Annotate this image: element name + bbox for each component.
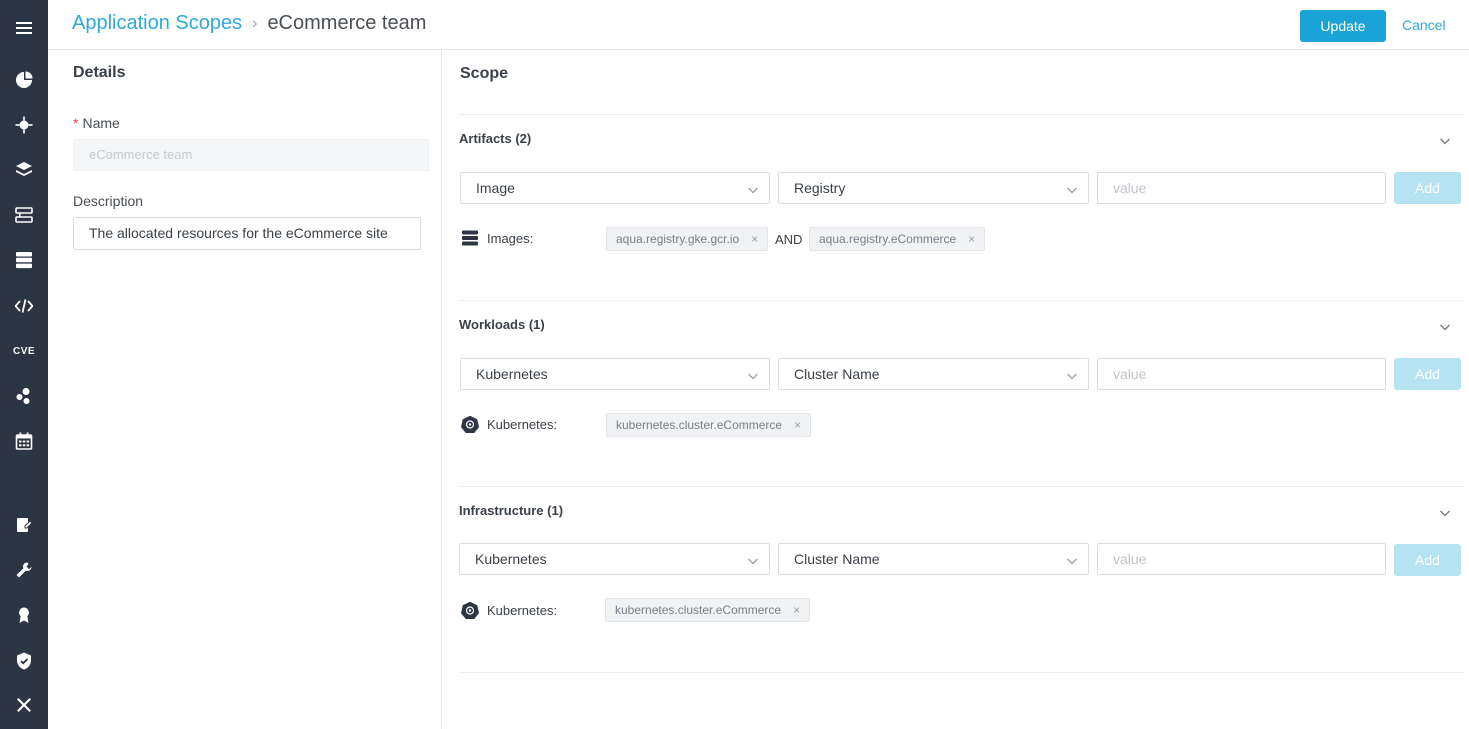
- infrastructure-section-title: Infrastructure (1): [459, 503, 564, 518]
- select-value: Image: [476, 180, 515, 196]
- images-icon[interactable]: [12, 158, 36, 182]
- chevron-down-icon: [1066, 369, 1078, 381]
- divider: [459, 672, 1464, 673]
- kubernetes-icon: [461, 415, 479, 433]
- tag-label: kubernetes.cluster.eCommerce: [615, 603, 782, 617]
- workloads-icon[interactable]: [12, 203, 36, 227]
- artifacts-section-title: Artifacts (2): [459, 131, 532, 146]
- breadcrumb-current: eCommerce team: [267, 12, 427, 34]
- update-button[interactable]: Update: [1300, 10, 1386, 42]
- chevron-down-icon: [1066, 554, 1078, 566]
- cve-icon[interactable]: CVE: [12, 339, 36, 363]
- artifacts-value-input[interactable]: value: [1097, 172, 1386, 204]
- services-icon[interactable]: [12, 384, 36, 408]
- divider: [459, 486, 1464, 487]
- chevron-down-icon: [747, 369, 759, 381]
- cve-label: CVE: [12, 345, 36, 357]
- settings-icon[interactable]: [12, 693, 36, 717]
- policies-icon[interactable]: [12, 513, 36, 537]
- tag-label: kubernetes.cluster.eCommerce: [616, 418, 783, 432]
- select-value: Cluster Name: [794, 366, 880, 382]
- tag-label: aqua.registry.eCommerce: [819, 232, 957, 246]
- description-label: Description: [73, 193, 144, 209]
- name-field[interactable]: eCommerce team: [73, 139, 429, 171]
- dashboard-icon[interactable]: [12, 68, 36, 92]
- required-asterisk: *: [73, 115, 79, 131]
- breadcrumb: Application Scopes › eCommerce team: [72, 12, 426, 35]
- scope-tag: kubernetes.cluster.eCommerce ×: [606, 413, 812, 437]
- infrastructure-add-button[interactable]: Add: [1394, 544, 1461, 576]
- chevron-down-icon: [747, 554, 759, 566]
- divider: [459, 114, 1464, 115]
- scope-title: Scope: [460, 65, 509, 82]
- workloads-section-title: Workloads (1): [459, 317, 545, 332]
- sidebar: CVE: [0, 0, 48, 729]
- and-operator: AND: [775, 232, 803, 247]
- kubernetes-row-label: Kubernetes:: [461, 601, 557, 619]
- details-title: Details: [73, 64, 126, 81]
- workloads-type-select[interactable]: Kubernetes: [460, 358, 770, 390]
- images-row-label: Images:: [461, 229, 533, 247]
- infrastructure-type-select[interactable]: Kubernetes: [459, 543, 770, 575]
- breadcrumb-application-scopes[interactable]: Application Scopes: [72, 12, 242, 35]
- menu-icon[interactable]: [12, 16, 36, 40]
- tag-label: aqua.registry.gke.gcr.io: [616, 232, 740, 246]
- page-header: Application Scopes › eCommerce team Upda…: [48, 0, 1469, 50]
- chevron-down-icon: [1066, 183, 1078, 195]
- scope-tag: aqua.registry.eCommerce ×: [809, 227, 986, 251]
- details-panel: Details * Name eCommerce team Description…: [48, 50, 442, 729]
- chevron-down-icon[interactable]: [1439, 506, 1453, 520]
- select-value: Kubernetes: [475, 551, 547, 567]
- chevron-right-icon: ›: [252, 14, 258, 32]
- close-icon[interactable]: ×: [968, 232, 975, 246]
- infrastructure-value-input[interactable]: value: [1097, 543, 1386, 575]
- risk-explorer-icon[interactable]: [12, 113, 36, 137]
- functions-icon[interactable]: [12, 294, 36, 318]
- security-icon[interactable]: [12, 649, 36, 673]
- workloads-add-button[interactable]: Add: [1394, 358, 1461, 390]
- row-label-text: Kubernetes:: [487, 602, 558, 618]
- workloads-attribute-select[interactable]: Cluster Name: [778, 358, 1089, 390]
- divider: [459, 300, 1464, 301]
- close-icon[interactable]: ×: [751, 232, 758, 246]
- close-icon[interactable]: ×: [793, 603, 800, 617]
- chevron-down-icon[interactable]: [1439, 134, 1453, 148]
- compliance-icon[interactable]: [12, 603, 36, 627]
- chevron-down-icon: [747, 183, 759, 195]
- name-label: * Name: [73, 115, 120, 131]
- artifacts-type-select[interactable]: Image: [460, 172, 770, 204]
- artifacts-attribute-select[interactable]: Registry: [778, 172, 1089, 204]
- artifacts-add-button[interactable]: Add: [1394, 172, 1461, 204]
- chevron-down-icon[interactable]: [1439, 320, 1453, 334]
- tools-icon[interactable]: [12, 558, 36, 582]
- select-value: Cluster Name: [794, 551, 880, 567]
- select-value: Kubernetes: [476, 366, 548, 382]
- scope-tag: aqua.registry.gke.gcr.io ×: [606, 227, 769, 251]
- scope-tag: kubernetes.cluster.eCommerce ×: [605, 598, 811, 622]
- row-label-text: Kubernetes:: [487, 416, 558, 432]
- kubernetes-row-label: Kubernetes:: [461, 415, 557, 433]
- kubernetes-icon: [461, 601, 479, 619]
- scope-panel: Scope Artifacts (2) Image Registry value…: [443, 50, 1469, 729]
- infrastructure-attribute-select[interactable]: Cluster Name: [778, 543, 1089, 575]
- close-icon[interactable]: ×: [794, 418, 801, 432]
- row-label-text: Images:: [487, 230, 534, 246]
- name-label-text: Name: [82, 115, 120, 131]
- infrastructure-icon[interactable]: [12, 248, 36, 272]
- images-icon: [462, 230, 478, 246]
- workloads-value-input[interactable]: value: [1097, 358, 1386, 390]
- description-field[interactable]: The allocated resources for the eCommerc…: [73, 217, 421, 250]
- select-value: Registry: [794, 180, 846, 196]
- cancel-button[interactable]: Cancel: [1402, 17, 1446, 33]
- calendar-icon[interactable]: [12, 429, 36, 453]
